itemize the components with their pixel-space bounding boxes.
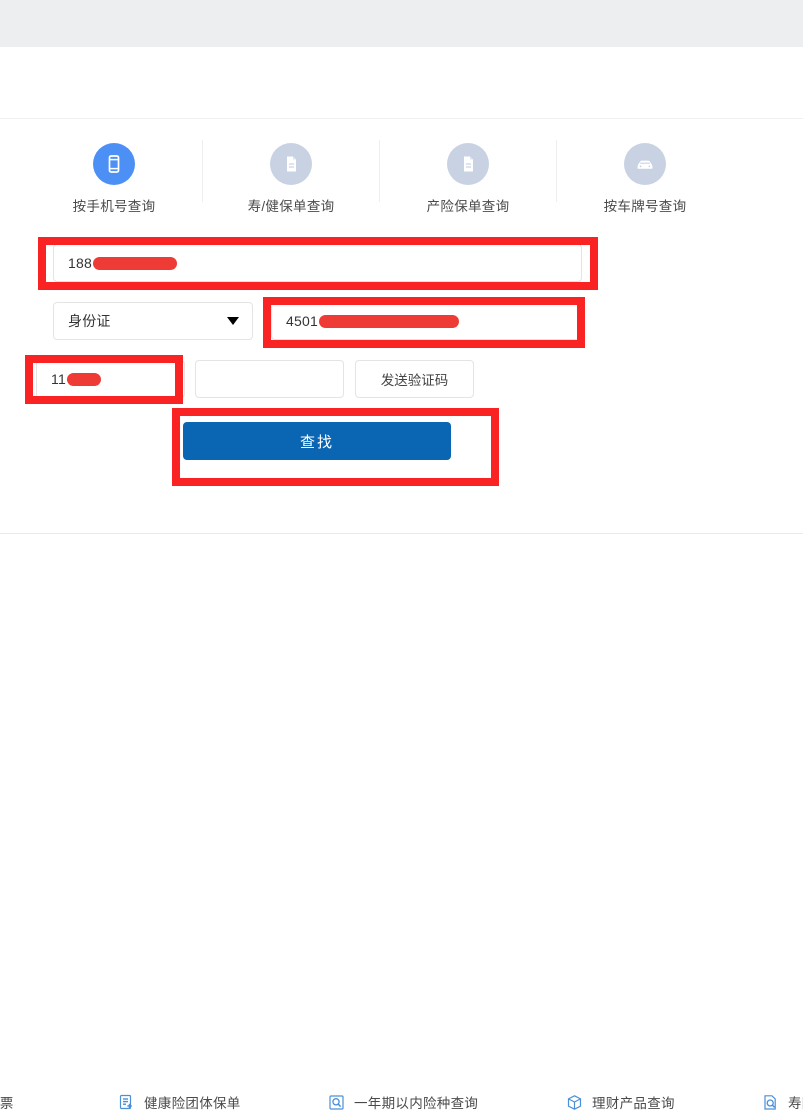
- bottom-nav-label: 健康险团体保单: [144, 1096, 241, 1111]
- tab-license-plate-query[interactable]: 按车牌号查询: [581, 134, 709, 218]
- id-number-input-value: 4501: [286, 313, 318, 329]
- verification-code-row: 11 发送验证码: [36, 360, 582, 398]
- submit-row: 查找: [183, 422, 451, 460]
- tab-phone-query[interactable]: 按手机号查询: [50, 134, 178, 218]
- tab-label: 产险保单查询: [426, 199, 510, 214]
- redaction-mark: [318, 314, 459, 328]
- bottom-nav-label: 理财产品查询: [592, 1096, 675, 1111]
- id-type-value: 身份证: [68, 313, 111, 329]
- document-icon: [270, 143, 312, 185]
- bottom-nav-bar: /发票 健康险团体保单 一年: [0, 534, 803, 1111]
- phone-input[interactable]: 188: [53, 244, 582, 282]
- header-strip: [0, 47, 803, 119]
- tab-label: 寿/健保单查询: [247, 199, 335, 214]
- tab-label: 按车牌号查询: [603, 199, 687, 214]
- magnifier-box-icon: [328, 1094, 345, 1111]
- phone-row: 188: [53, 244, 582, 282]
- code-left-wrap: 11: [36, 360, 185, 398]
- document-search-icon: [762, 1094, 779, 1111]
- redaction-mark: [66, 372, 101, 386]
- tab-divider: [379, 140, 380, 202]
- car-icon: [624, 143, 666, 185]
- tab-life-health-policy-query[interactable]: 寿/健保单查询: [227, 134, 355, 218]
- id-type-select[interactable]: 身份证: [53, 302, 253, 340]
- page-root: 按手机号查询 寿/健保单查询 产险保单查询 按车牌号查询 188 身份证 450…: [0, 0, 803, 1111]
- verification-code-secondary-input[interactable]: [195, 360, 344, 398]
- id-number-wrap: 4501: [271, 302, 582, 340]
- id-type-select-field[interactable]: 身份证: [53, 302, 253, 340]
- caret-down-icon: [227, 317, 239, 325]
- redaction-mark: [92, 256, 177, 270]
- id-number-input[interactable]: 4501: [271, 302, 582, 340]
- top-gray-band: [0, 0, 803, 47]
- bottom-nav-item-wealth-product-query[interactable]: 理财产品查询: [566, 1091, 675, 1113]
- search-button[interactable]: 查找: [183, 422, 451, 460]
- cube-icon: [566, 1094, 583, 1111]
- tab-divider: [556, 140, 557, 202]
- bottom-nav-item-short-term-insurance-query[interactable]: 一年期以内险种查询: [328, 1091, 478, 1113]
- tab-label: 按手机号查询: [72, 199, 156, 214]
- bottom-nav-item-health-group-policy[interactable]: 健康险团体保单: [118, 1091, 241, 1113]
- bottom-nav-item-life-insurance[interactable]: 寿险: [762, 1091, 803, 1113]
- phone-input-value: 188: [68, 255, 92, 271]
- document-icon: [447, 143, 489, 185]
- form-plus-icon: [118, 1094, 135, 1111]
- tab-divider: [202, 140, 203, 202]
- verification-code-value: 11: [51, 371, 66, 387]
- mobile-phone-icon: [93, 143, 135, 185]
- tab-property-policy-query[interactable]: 产险保单查询: [404, 134, 532, 218]
- bottom-nav-label: 寿险: [788, 1096, 803, 1111]
- send-code-button[interactable]: 发送验证码: [355, 360, 474, 398]
- query-type-tabs: 按手机号查询 寿/健保单查询 产险保单查询 按车牌号查询: [50, 134, 756, 218]
- bottom-nav-label: /发票: [0, 1096, 14, 1111]
- bottom-nav-label: 一年期以内险种查询: [354, 1096, 479, 1111]
- code-middle-wrap: [195, 360, 344, 398]
- id-row: 身份证 4501: [53, 302, 582, 340]
- bottom-nav-item-invoice[interactable]: /发票: [0, 1091, 14, 1113]
- verification-code-input[interactable]: 11: [36, 360, 185, 398]
